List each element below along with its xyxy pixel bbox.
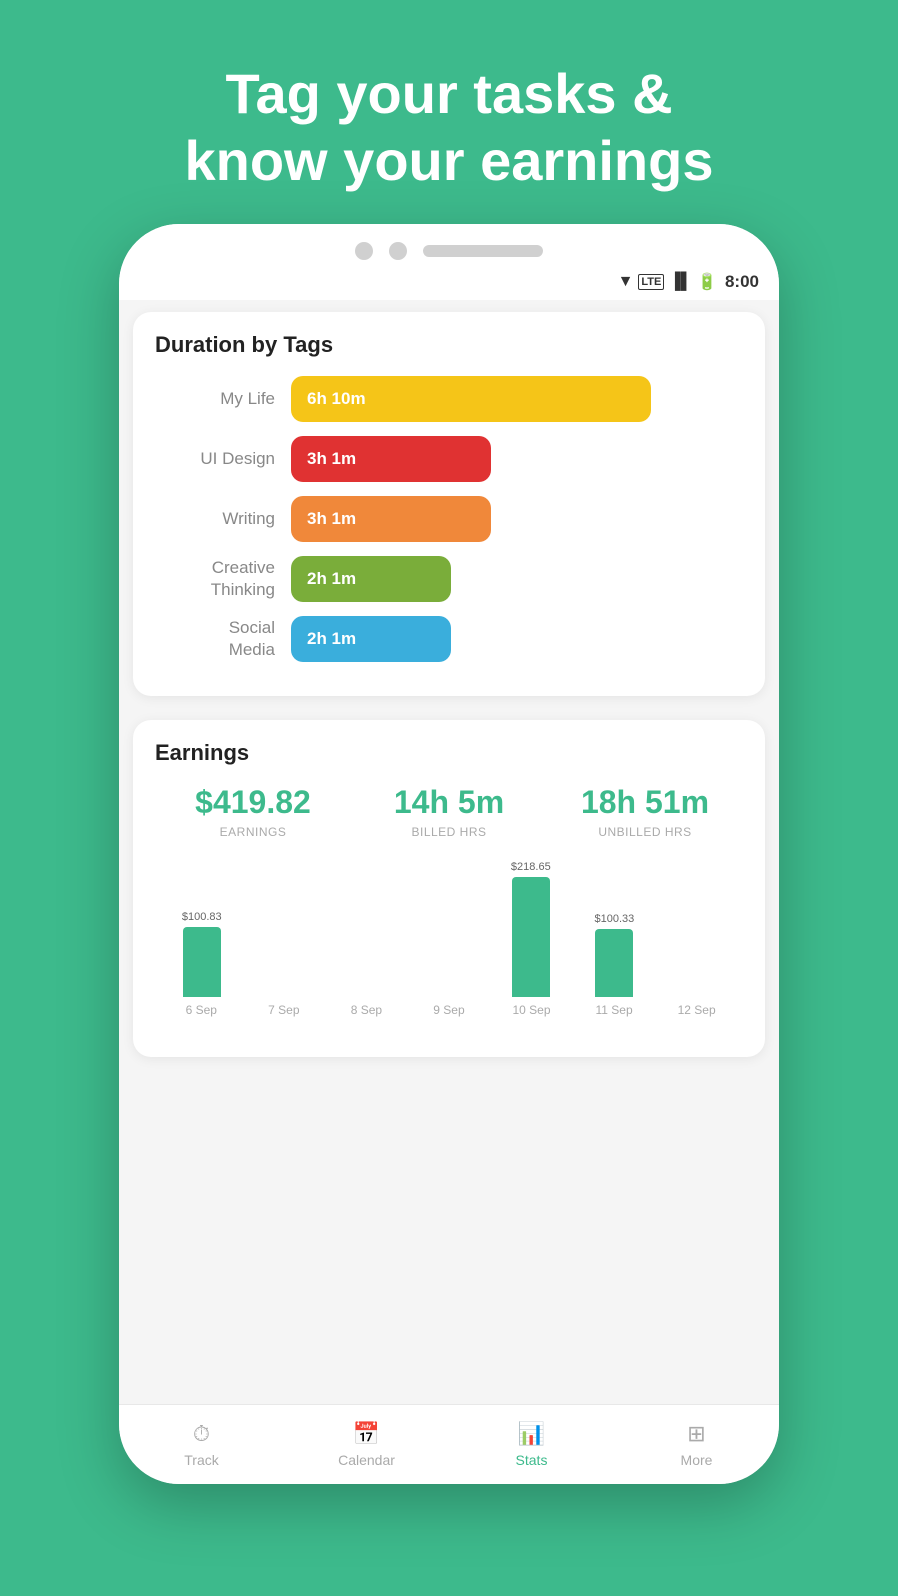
chart-bar-10sep: $218.65: [511, 861, 551, 997]
bar-row-social: SocialMedia 2h 1m: [155, 616, 743, 662]
unbilled-label: UNBILLED HRS: [547, 825, 743, 839]
label-6sep: 6 Sep: [177, 1003, 225, 1017]
stat-earnings: $419.82 EARNINGS: [155, 784, 351, 839]
chart-bars: $100.83: [155, 857, 743, 997]
earnings-label: EARNINGS: [155, 825, 351, 839]
bar-label-mylife: My Life: [155, 388, 275, 410]
bar-label-creative: CreativeThinking: [155, 557, 275, 601]
bar-label-social: SocialMedia: [155, 617, 275, 661]
stat-unbilled: 18h 51m UNBILLED HRS: [547, 784, 743, 839]
label-10sep: 10 Sep: [508, 1003, 556, 1017]
lte-badge: LTE: [638, 274, 664, 290]
calendar-label: Calendar: [338, 1452, 395, 1468]
track-label: Track: [184, 1452, 218, 1468]
phone-notch: [119, 224, 779, 268]
more-icon: ⊞: [687, 1421, 705, 1447]
bar-writing: 3h 1m: [291, 496, 491, 542]
nav-more[interactable]: ⊞ More: [614, 1405, 779, 1484]
bar-row-mylife: My Life 6h 10m: [155, 376, 743, 422]
label-12sep: 12 Sep: [673, 1003, 721, 1017]
chart-bar-11sep: $100.33: [595, 913, 635, 997]
billed-value: 14h 5m: [351, 784, 547, 821]
unbilled-value: 18h 51m: [547, 784, 743, 821]
bar-6sep: [183, 927, 221, 997]
bar-social: 2h 1m: [291, 616, 451, 662]
label-9sep: 9 Sep: [425, 1003, 473, 1017]
chart-date-labels: 6 Sep 7 Sep 8 Sep 9 Sep 10 Sep 11 Sep 12…: [155, 997, 743, 1017]
track-icon: ⏱: [193, 1421, 210, 1447]
speaker-bar: [423, 245, 543, 257]
duration-card-title: Duration by Tags: [155, 332, 743, 358]
nav-calendar[interactable]: 📅 Calendar: [284, 1405, 449, 1484]
more-label: More: [681, 1452, 713, 1468]
earnings-chart: $100.83: [155, 857, 743, 1037]
battery-icon: 🔋: [697, 272, 717, 292]
earnings-card: Earnings $419.82 EARNINGS 14h 5m BILLED …: [133, 720, 765, 1057]
wifi-icon: ▼: [618, 273, 634, 291]
nav-stats[interactable]: 📊 Stats: [449, 1405, 614, 1484]
amount-6sep: $100.83: [182, 911, 222, 923]
status-bar: ▼ LTE ▐▌ 🔋 8:00: [119, 268, 779, 300]
label-11sep: 11 Sep: [590, 1003, 638, 1017]
earnings-stats: $419.82 EARNINGS 14h 5m BILLED HRS 18h 5…: [155, 784, 743, 839]
hero-line1: Tag your tasks &: [185, 60, 714, 127]
amount-10sep: $218.65: [511, 861, 551, 873]
earnings-value: $419.82: [155, 784, 351, 821]
stats-label: Stats: [516, 1452, 548, 1468]
calendar-icon: 📅: [353, 1421, 380, 1447]
status-icons: ▼ LTE ▐▌ 🔋: [618, 272, 717, 292]
bar-creative: 2h 1m: [291, 556, 451, 602]
bottom-nav: ⏱ Track 📅 Calendar 📊 Stats ⊞ More: [119, 1404, 779, 1484]
bar-uidesign: 3h 1m: [291, 436, 491, 482]
duration-card: Duration by Tags My Life 6h 10m UI Desig…: [133, 312, 765, 696]
phone-frame: ▼ LTE ▐▌ 🔋 8:00 Duration by Tags My Life…: [119, 224, 779, 1484]
nav-track[interactable]: ⏱ Track: [119, 1405, 284, 1484]
billed-label: BILLED HRS: [351, 825, 547, 839]
label-8sep: 8 Sep: [342, 1003, 390, 1017]
signal-icon: ▐▌: [669, 273, 692, 291]
bar-row-uidesign: UI Design 3h 1m: [155, 436, 743, 482]
stats-icon: 📊: [518, 1421, 545, 1447]
hero-line2: know your earnings: [185, 127, 714, 194]
amount-11sep: $100.33: [595, 913, 635, 925]
bar-label-uidesign: UI Design: [155, 448, 275, 470]
bar-11sep: [595, 929, 633, 997]
earnings-card-title: Earnings: [155, 740, 743, 766]
bar-label-writing: Writing: [155, 508, 275, 530]
hero-text: Tag your tasks & know your earnings: [125, 0, 774, 224]
status-time: 8:00: [725, 272, 759, 292]
stat-billed: 14h 5m BILLED HRS: [351, 784, 547, 839]
label-7sep: 7 Sep: [260, 1003, 308, 1017]
phone-content: Duration by Tags My Life 6h 10m UI Desig…: [119, 300, 779, 1404]
bar-mylife: 6h 10m: [291, 376, 651, 422]
bar-10sep: [512, 877, 550, 997]
bar-row-writing: Writing 3h 1m: [155, 496, 743, 542]
camera-dot: [355, 242, 373, 260]
chart-bar-6sep: $100.83: [182, 911, 222, 997]
bar-row-creative: CreativeThinking 2h 1m: [155, 556, 743, 602]
camera-dot2: [389, 242, 407, 260]
